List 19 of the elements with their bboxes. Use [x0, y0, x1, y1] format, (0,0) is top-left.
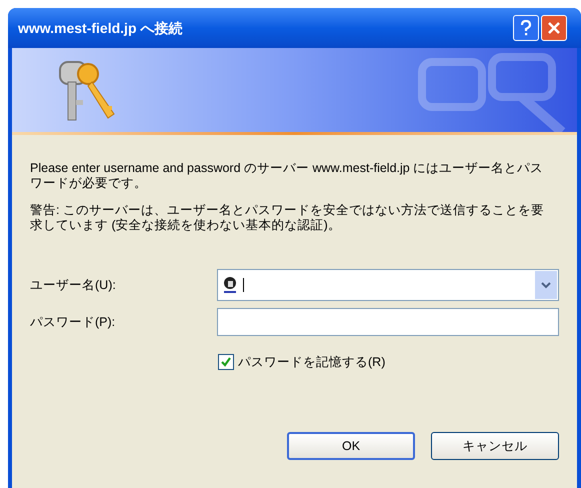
username-label: ユーザー名(U):: [30, 278, 117, 292]
password-field[interactable]: [216, 308, 559, 336]
close-icon: [547, 21, 561, 35]
remember-label: パスワードを記憶する(R): [238, 354, 386, 370]
close-button[interactable]: [541, 15, 567, 41]
chevron-down-icon: [541, 282, 551, 288]
remember-checkbox[interactable]: [218, 354, 234, 370]
ok-button[interactable]: OK: [287, 432, 415, 460]
user-icon: [222, 276, 237, 294]
cancel-button[interactable]: キャンセル: [431, 432, 559, 460]
username-combobox[interactable]: [216, 269, 559, 301]
help-icon: [520, 20, 532, 36]
help-button[interactable]: [513, 15, 539, 41]
dropdown-button[interactable]: [535, 271, 557, 299]
warning-message: 警告: このサーバーは、ユーザー名とパスワードを安全ではない方法で送信することを要求しています (安全な接続を使わない基本的な認証)。: [30, 203, 545, 233]
text-cursor: [242, 278, 244, 292]
window-title: www.mest-field.jp へ接続: [18, 18, 184, 38]
password-label: パスワード(P):: [30, 314, 116, 330]
prompt-message: Please enter username and password のサーバー www.mest-field.jp にはユーザー名とパスワードが必要です。: [30, 161, 544, 191]
